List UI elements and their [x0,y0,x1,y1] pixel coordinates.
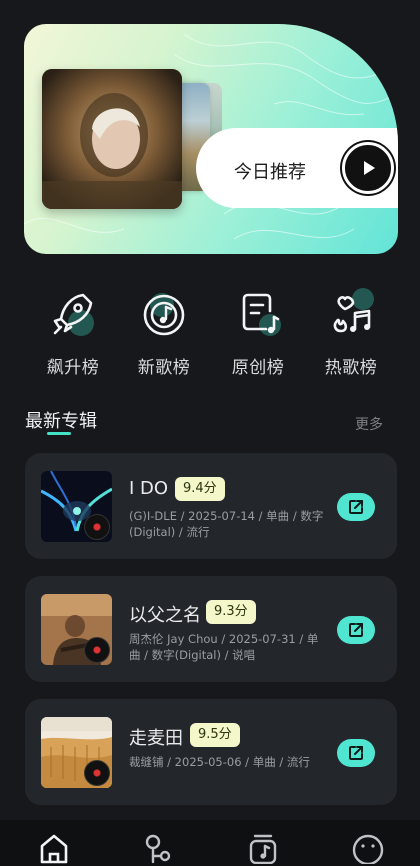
external-link-icon [349,623,363,637]
nav-discover[interactable] [143,832,179,866]
hot-music-icon [323,285,379,341]
section-title: 最新专辑 [25,411,97,432]
album-card[interactable]: I DO 9.4分 (G)I-DLE / 2025-07-14 / 单曲 / 数… [25,453,397,559]
category-label: 新歌榜 [137,358,191,378]
nav-profile[interactable] [352,832,388,866]
category-new-songs[interactable]: 新歌榜 [124,285,204,378]
category-label: 热歌榜 [324,358,378,378]
album-cover [41,717,112,788]
bottom-nav-bar [0,820,420,866]
vinyl-disc-icon [84,514,110,540]
music-library-icon [249,834,277,865]
profile-icon [352,834,384,866]
external-link-icon [349,746,363,760]
album-title: I DO [129,478,169,499]
music-disc-icon [136,285,192,341]
external-link-icon [349,500,363,514]
nav-library[interactable] [247,832,283,866]
album-cover [41,471,112,542]
music-note-doc-icon [230,285,286,341]
album-meta: 裁缝铺 / 2025-05-06 / 单曲 / 流行 [129,755,310,769]
category-hot-songs[interactable]: 热歌榜 [311,285,391,378]
category-label: 原创榜 [231,358,285,378]
vinyl-disc-icon [84,637,110,663]
chart-categories: 飙升榜 新歌榜 原创榜 热歌榜 [0,285,420,378]
album-cover [41,594,112,665]
today-recommend-banner[interactable]: 今日推荐 [24,24,398,254]
play-icon [364,161,375,175]
album-score-badge: 9.5分 [190,723,240,747]
play-button[interactable] [342,142,394,194]
open-album-button[interactable] [337,616,375,644]
open-album-button[interactable] [337,739,375,767]
album-meta: 周杰伦 Jay Chou / 2025-07-31 / 单曲 / 数字(Digi… [129,632,319,662]
featured-album-cover [42,69,182,209]
album-card[interactable]: 以父之名 9.3分 周杰伦 Jay Chou / 2025-07-31 / 单曲… [25,576,397,682]
open-album-button[interactable] [337,493,375,521]
album-score-badge: 9.3分 [206,600,256,624]
home-icon [40,834,68,864]
rocket-icon [45,285,101,341]
more-link[interactable]: 更多 [355,414,383,434]
category-soaring[interactable]: 飙升榜 [33,285,113,378]
section-underline [47,432,71,435]
album-cover-stack [42,69,222,209]
today-recommend-label: 今日推荐 [234,162,306,183]
album-card[interactable]: 走麦田 9.5分 裁缝铺 / 2025-05-06 / 单曲 / 流行 [25,699,397,805]
album-title: 以父之名 [129,605,201,626]
today-recommend-pill[interactable]: 今日推荐 [196,128,398,208]
album-score-badge: 9.4分 [175,477,225,501]
vinyl-disc-icon [84,760,110,786]
category-label: 飙升榜 [46,358,100,378]
album-meta: (G)I-DLE / 2025-07-14 / 单曲 / 数字(Digital)… [129,509,324,539]
discover-icon [145,834,171,864]
nav-home[interactable] [38,832,74,866]
category-original[interactable]: 原创榜 [218,285,298,378]
album-title: 走麦田 [129,728,183,749]
